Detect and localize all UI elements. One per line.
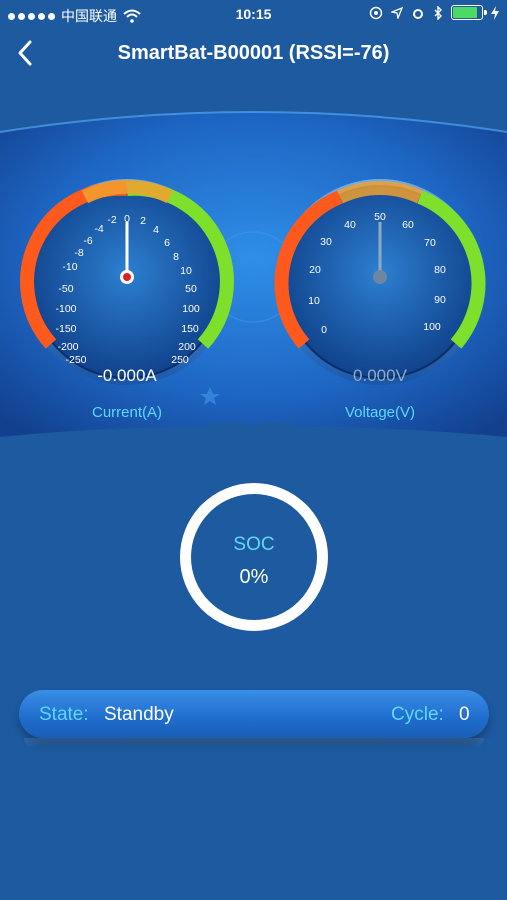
state-bar-reflection: [24, 738, 484, 748]
location-icon: [391, 6, 403, 19]
gauge-dashboard: -2-4-6-8-10-50-100-150-200-2500 246810501…: [0, 111, 507, 437]
battery-icon: [451, 5, 487, 20]
current-tick-label: -50: [58, 283, 73, 295]
status-right: [369, 5, 499, 20]
current-tick-label: -10: [62, 261, 77, 273]
current-tick-label: 50: [185, 283, 197, 295]
nav-bar: SmartBat-B00001 (RSSI=-76): [0, 28, 507, 80]
voltage-gauge: [274, 179, 486, 385]
current-tick-label: -250: [65, 354, 86, 366]
cycle-label: Cycle:: [391, 704, 444, 725]
current-tick-label: -200: [57, 341, 78, 353]
voltage-tick-label: 90: [434, 294, 446, 306]
voltage-tick-label: 60: [402, 219, 414, 231]
current-label: Current(A): [91, 404, 162, 421]
current-tick-label: -150: [55, 323, 76, 335]
alarm-icon: [413, 8, 423, 19]
current-tick-label: 200: [178, 341, 196, 353]
voltage-tick-label: 10: [308, 295, 320, 307]
current-tick-label: 6: [164, 237, 170, 249]
current-gauge: [20, 179, 234, 385]
voltage-value: 0.000V: [353, 366, 407, 385]
voltage-tick-label: 100: [423, 321, 441, 333]
current-tick-label: -8: [74, 247, 83, 259]
voltage-tick-label: 40: [344, 219, 356, 231]
current-tick-label: -2: [107, 214, 116, 226]
current-tick-label: -6: [83, 235, 92, 247]
voltage-tick-label: 70: [424, 237, 436, 249]
page-title: SmartBat-B00001 (RSSI=-76): [117, 42, 390, 64]
voltage-tick-label: 50: [374, 211, 386, 223]
current-tick-label: 10: [180, 265, 192, 277]
charging-icon: [491, 5, 499, 20]
status-bar: 中国联通 10:15: [0, 0, 507, 28]
current-tick-label: -4: [94, 223, 103, 235]
voltage-label: Voltage(V): [344, 404, 416, 421]
voltage-tick-label: 30: [320, 236, 332, 248]
current-tick-label: 4: [153, 224, 159, 236]
current-value: -0.000A: [97, 366, 157, 385]
soc-value: 0%: [239, 566, 269, 588]
current-tick-label: 2: [140, 215, 146, 227]
state-value: Standby: [104, 704, 174, 725]
bluetooth-icon: [434, 5, 442, 20]
cycle-value: 0: [459, 704, 470, 725]
voltage-tick-label: 0: [321, 324, 327, 336]
current-tick-label: 0: [124, 213, 130, 225]
voltage-tick-label: 80: [434, 264, 446, 276]
voltage-tick-label: 20: [309, 264, 321, 276]
state-label: State:: [39, 704, 89, 725]
current-tick-label: 8: [173, 251, 179, 263]
orientation-lock-icon: [369, 6, 383, 19]
soc-ring: SOC 0%: [180, 483, 328, 631]
current-tick-label: 250: [171, 354, 189, 366]
state-bar: State: Standby Cycle: 0: [19, 690, 489, 738]
current-tick-label: 100: [182, 303, 200, 315]
current-tick-label: -100: [55, 303, 76, 315]
soc-label: SOC: [233, 534, 275, 555]
current-tick-label: 150: [181, 323, 199, 335]
